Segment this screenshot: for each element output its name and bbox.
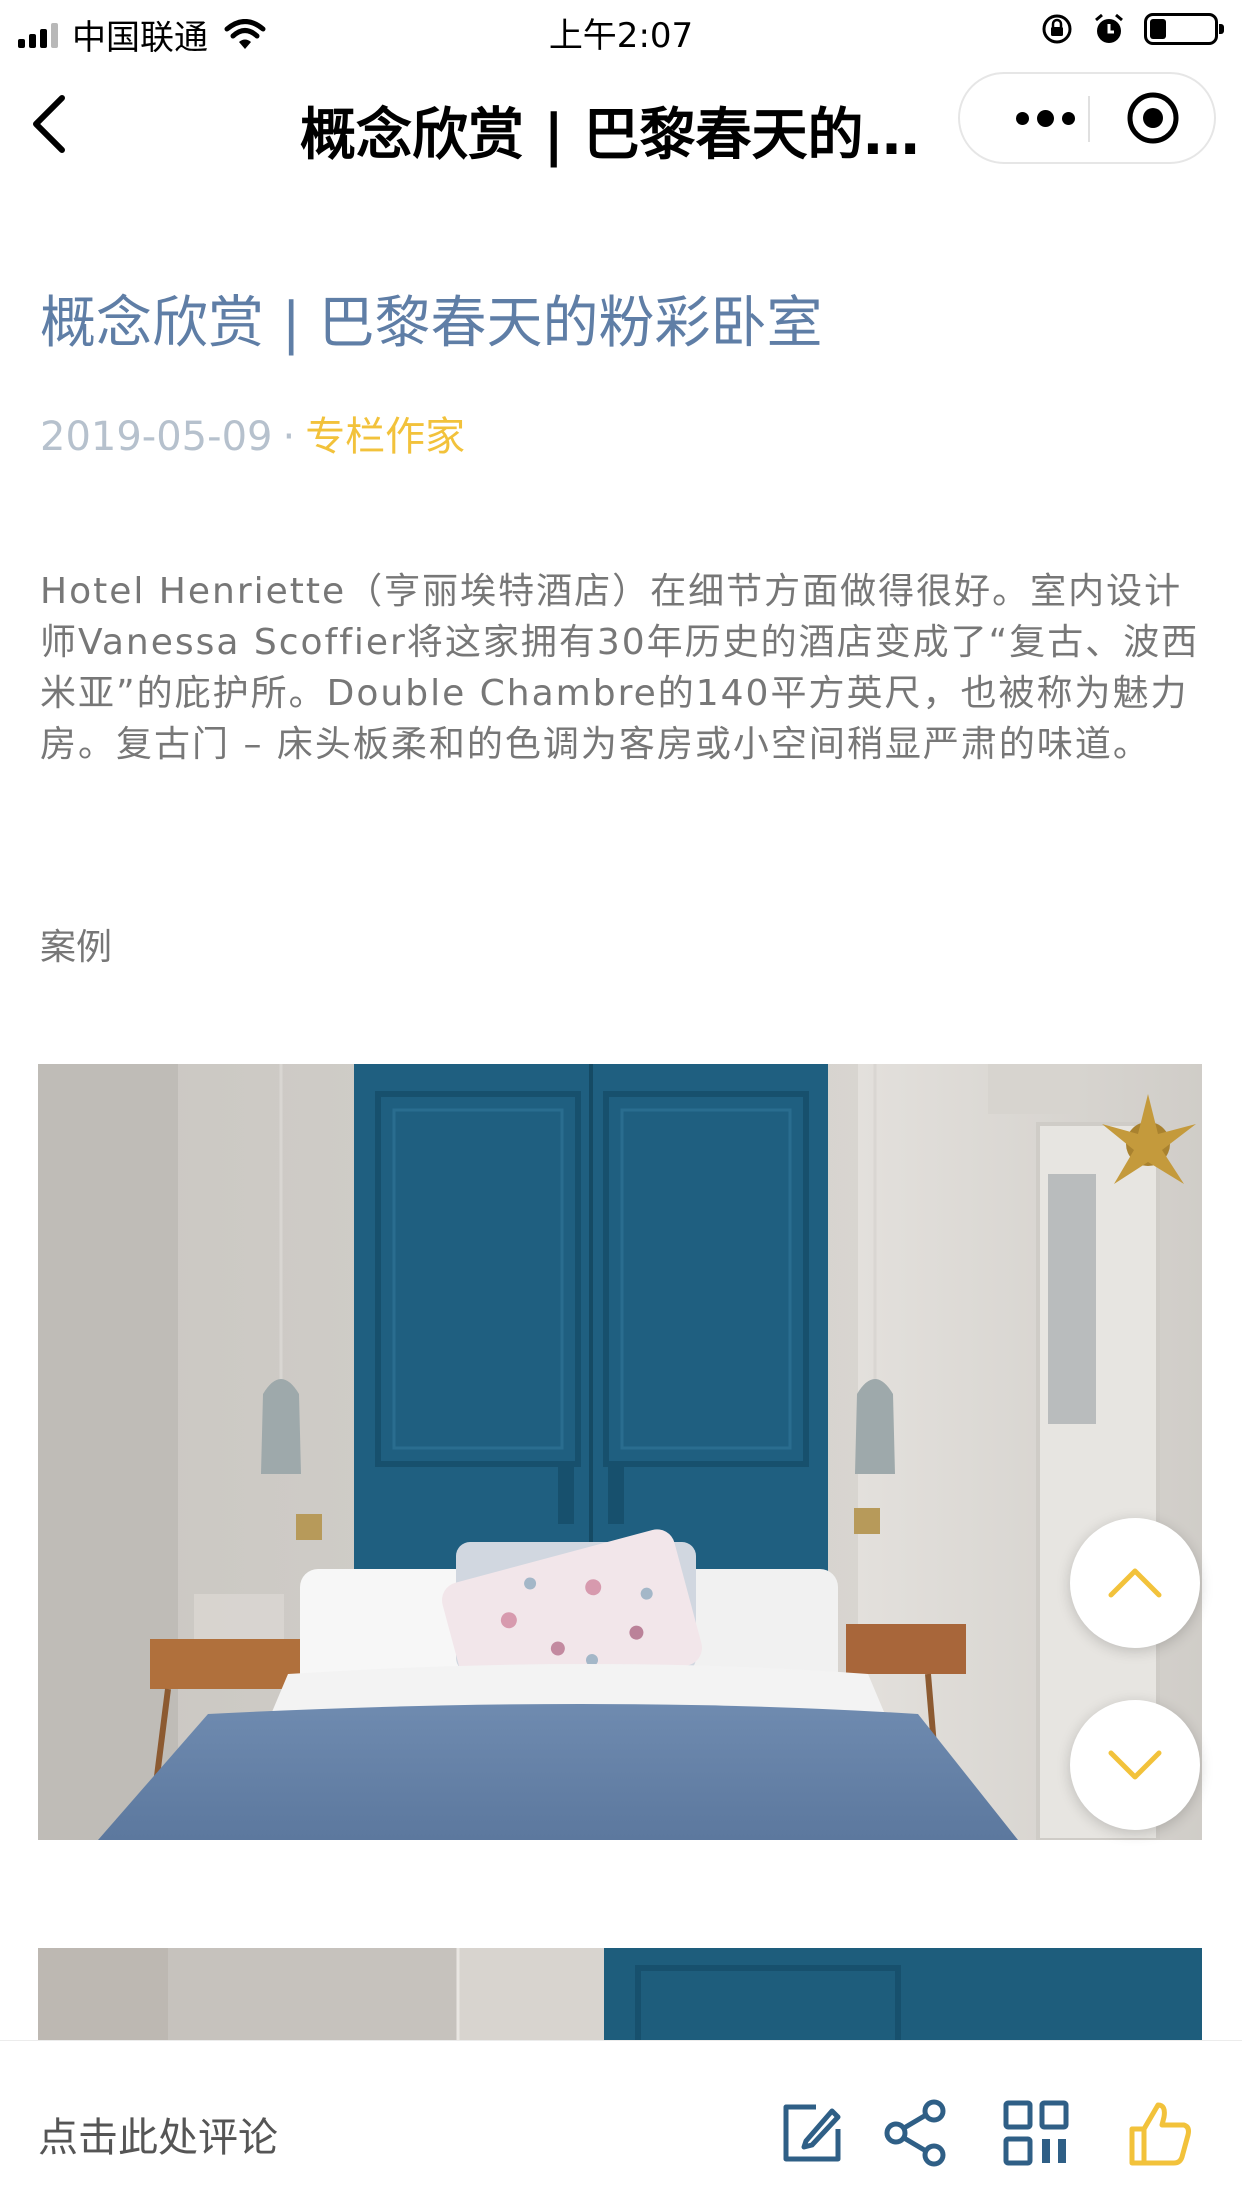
- section-label: 案例: [40, 927, 113, 968]
- nav-bar: 概念欣赏 | 巴黎春天的粉彩卧室: [0, 62, 1242, 182]
- author-link[interactable]: 专栏作家: [305, 414, 465, 460]
- comment-input[interactable]: 点击此处评论: [38, 2105, 278, 2163]
- edit-icon[interactable]: [776, 2097, 848, 2169]
- status-bar: 中国联通 上午2:07: [0, 0, 1242, 62]
- article-title: 概念欣赏 | 巴黎春天的粉彩卧室: [40, 291, 823, 356]
- more-icon[interactable]: [1000, 74, 1090, 162]
- alarm-icon: [1095, 13, 1123, 43]
- article-paragraph: Hotel Henriette（亨丽埃特酒店）在细节方面做得很好。室内设计师Va…: [40, 571, 1200, 765]
- qrcode-icon[interactable]: [1000, 2097, 1072, 2169]
- back-icon[interactable]: [22, 90, 82, 154]
- nav-title: 概念欣赏 | 巴黎春天的粉彩卧室: [300, 103, 950, 168]
- scroll-up-button[interactable]: [1070, 1518, 1200, 1648]
- chevron-down-icon: [1108, 1750, 1162, 1780]
- capsule-divider: [1088, 96, 1090, 142]
- bottom-bar: 点击此处评论: [0, 2040, 1242, 2209]
- status-right: [1040, 12, 1224, 46]
- battery-icon: [1144, 13, 1224, 45]
- article-meta: 2019-05-09 · 专栏作家: [40, 404, 465, 462]
- scroll-down-button[interactable]: [1070, 1700, 1200, 1830]
- miniprogram-capsule: [958, 72, 1216, 164]
- share-icon[interactable]: [880, 2097, 952, 2169]
- like-icon[interactable]: [1124, 2097, 1196, 2169]
- chevron-up-icon: [1108, 1568, 1162, 1598]
- meta-separator: ·: [282, 414, 296, 460]
- rotation-lock-icon: [1042, 14, 1072, 44]
- bedroom-photo: [38, 1064, 1202, 1840]
- close-miniprogram-icon[interactable]: [1108, 74, 1198, 162]
- publish-date: 2019-05-09: [40, 414, 273, 460]
